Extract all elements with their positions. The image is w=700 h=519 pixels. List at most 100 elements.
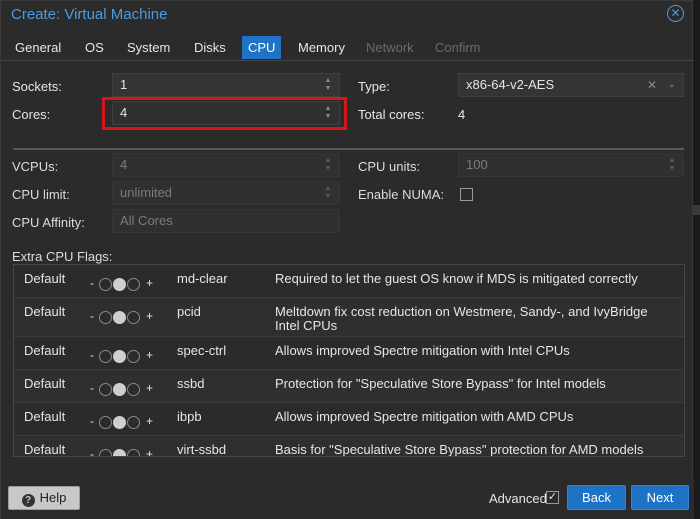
tab-system[interactable]: System: [121, 36, 176, 59]
cpu-type-value: x86-64-v2-AES: [466, 77, 555, 92]
vcpus-spinner[interactable]: 4 ▲ ▼: [112, 153, 340, 177]
flag-description: Meltdown fix cost reduction on Westmere,…: [275, 304, 648, 333]
flag-state: Default: [24, 442, 66, 457]
plus-label: +: [146, 309, 154, 323]
flag-description: Required to let the guest OS know if MDS…: [275, 271, 638, 286]
minus-label: -: [90, 381, 94, 395]
minus-label: -: [90, 309, 94, 323]
back-button[interactable]: Back: [567, 485, 626, 510]
default-radio[interactable]: [113, 383, 126, 396]
tab-general[interactable]: General: [9, 36, 67, 59]
flag-name: ssbd: [177, 376, 205, 391]
flag-name: md-clear: [177, 271, 228, 286]
cpu-limit-spinner[interactable]: unlimited ▲ ▼: [112, 181, 340, 205]
flag-description: Allows improved Spectre mitigation with …: [275, 343, 570, 358]
on-radio[interactable]: [127, 311, 140, 324]
title-bar: Create: Virtual Machine ✕: [1, 1, 692, 29]
flag-state: Default: [24, 304, 66, 319]
default-radio[interactable]: [113, 278, 126, 291]
minus-label: -: [90, 447, 94, 457]
off-radio[interactable]: [99, 416, 112, 429]
on-radio[interactable]: [127, 278, 140, 291]
sockets-value: 1: [120, 77, 128, 92]
spinner-arrows-icon[interactable]: ▲ ▼: [323, 185, 333, 201]
cpu-type-select[interactable]: x86-64-v2-AES ✕ ⌄: [458, 73, 684, 97]
default-radio[interactable]: [113, 449, 126, 456]
cpu-units-label: CPU units:: [358, 159, 421, 174]
tab-os[interactable]: OS: [79, 36, 110, 59]
spinner-arrows-icon[interactable]: ▲ ▼: [667, 157, 677, 173]
vcpus-value: 4: [120, 157, 128, 172]
cpu-affinity-placeholder: All Cores: [120, 213, 173, 228]
next-button[interactable]: Next: [631, 485, 689, 510]
flag-name: ibpb: [177, 409, 202, 424]
advanced-label: Advanced: [489, 491, 547, 506]
flag-description: Basis for "Speculative Store Bypass" pro…: [275, 442, 644, 457]
off-radio[interactable]: [99, 350, 112, 363]
cpu-affinity-label: CPU Affinity:: [12, 215, 85, 230]
sockets-label: Sockets:: [12, 79, 62, 94]
plus-label: +: [146, 348, 154, 362]
cpu-units-spinner[interactable]: 100 ▲ ▼: [458, 153, 684, 177]
spinner-arrows-icon[interactable]: ▲ ▼: [323, 157, 333, 173]
total-cores-value: 4: [458, 107, 466, 122]
on-radio[interactable]: [127, 416, 140, 429]
total-cores-label: Total cores:: [358, 107, 425, 122]
tab-disks[interactable]: Disks: [188, 36, 232, 59]
off-radio[interactable]: [99, 278, 112, 291]
type-label: Type:: [358, 79, 390, 94]
off-radio[interactable]: [99, 311, 112, 324]
close-icon[interactable]: ✕: [667, 5, 684, 22]
minus-label: -: [90, 276, 94, 290]
enable-numa-checkbox[interactable]: [460, 188, 473, 201]
flag-state: Default: [24, 376, 66, 391]
enable-numa-label: Enable NUMA:: [358, 187, 444, 202]
minus-label: -: [90, 414, 94, 428]
flag-state: Default: [24, 271, 66, 286]
plus-label: +: [146, 447, 154, 457]
cores-highlight-box: [102, 97, 347, 130]
flag-tristate-toggle[interactable]: - +: [90, 275, 160, 293]
plus-label: +: [146, 414, 154, 428]
tab-memory[interactable]: Memory: [292, 36, 351, 59]
default-radio[interactable]: [113, 416, 126, 429]
question-icon: ?: [21, 494, 35, 507]
flag-tristate-toggle[interactable]: - +: [90, 446, 160, 457]
default-radio[interactable]: [113, 311, 126, 324]
off-radio[interactable]: [99, 383, 112, 396]
chevron-down-icon[interactable]: ⌄: [668, 74, 676, 96]
flag-description: Allows improved Spectre mitigation with …: [275, 409, 574, 424]
help-label: Help: [39, 490, 67, 505]
dialog-footer: ? Help Advanced ✓ Back Next: [1, 479, 694, 519]
on-radio[interactable]: [127, 383, 140, 396]
cpu-limit-value: unlimited: [120, 185, 173, 200]
extra-cpu-flags-label: Extra CPU Flags:: [12, 249, 113, 264]
close-icon[interactable]: ✕: [647, 74, 657, 96]
tab-confirm: Confirm: [435, 40, 481, 55]
flag-tristate-toggle[interactable]: - +: [90, 347, 160, 365]
flag-tristate-toggle[interactable]: - +: [90, 413, 160, 431]
advanced-checkbox[interactable]: ✓: [546, 491, 559, 504]
flag-row: Default - + ibpb Allows improved Spectre…: [14, 403, 684, 436]
on-radio[interactable]: [127, 449, 140, 456]
on-radio[interactable]: [127, 350, 140, 363]
flag-row: Default - + spec-ctrl Allows improved Sp…: [14, 337, 684, 370]
flag-name: pcid: [177, 304, 201, 319]
flag-tristate-toggle[interactable]: - +: [90, 308, 160, 326]
flag-tristate-toggle[interactable]: - +: [90, 380, 160, 398]
flag-row: Default - + virt-ssbd Basis for "Specula…: [14, 436, 684, 457]
spinner-arrows-icon[interactable]: ▲ ▼: [323, 77, 333, 93]
cpu-flags-grid: Default - + md-clear Required to let the…: [13, 264, 685, 457]
help-button[interactable]: ? Help: [8, 486, 80, 510]
flag-row: Default - + ssbd Protection for "Specula…: [14, 370, 684, 403]
flag-state: Default: [24, 343, 66, 358]
flag-row: Default - + md-clear Required to let the…: [14, 265, 684, 298]
flag-description: Protection for "Speculative Store Bypass…: [275, 376, 606, 391]
sockets-spinner[interactable]: 1 ▲ ▼: [112, 73, 340, 97]
flag-state: Default: [24, 409, 66, 424]
off-radio[interactable]: [99, 449, 112, 456]
vcpus-label: VCPUs:: [12, 159, 59, 174]
default-radio[interactable]: [113, 350, 126, 363]
tab-cpu[interactable]: CPU: [242, 36, 282, 59]
cpu-affinity-input[interactable]: All Cores: [112, 209, 340, 233]
